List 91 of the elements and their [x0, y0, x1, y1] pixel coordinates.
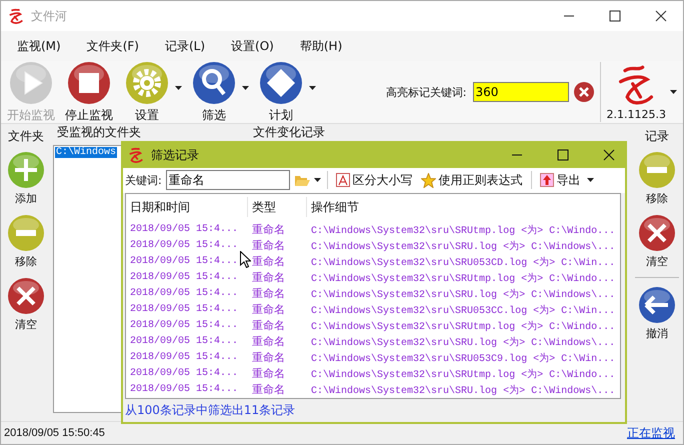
close-icon[interactable]	[655, 10, 667, 22]
tool-button[interactable]: 区分大小写	[334, 172, 415, 189]
caret-icon[interactable]	[309, 86, 316, 90]
highlight-keyword-label: 高亮标记关键词:	[386, 84, 467, 100]
letter-icon	[336, 173, 350, 188]
column-header[interactable]: 操作细节	[307, 196, 620, 217]
table-cell-text: C:\Windows\System32\sru\SRU.log <为> C:\Windows\...	[310, 384, 616, 397]
minus-icon	[638, 151, 676, 189]
table-cell-text: 2018/09/05 15:4...	[129, 320, 238, 332]
minus-icon	[7, 214, 45, 252]
table-cell-text: 重命名	[251, 222, 286, 238]
table-cell-text: 2018/09/05 15:4...	[129, 224, 238, 236]
status-link[interactable]: 正在监视	[627, 424, 675, 442]
table-cell-text: 重命名	[251, 334, 286, 350]
table-cell-text: 2018/09/05 15:4...	[129, 304, 238, 316]
table-cell-text: 2018/09/05 15:4...	[129, 240, 238, 252]
group-title: 文件变化记录	[253, 125, 325, 139]
dialog-title: 筛选记录	[151, 146, 199, 164]
table-cell-text: 重命名	[251, 238, 286, 254]
toolbar-button[interactable]: 设置	[121, 60, 173, 124]
table-cell-text: C:\Windows\System32\sru\SRUtmp.log <为> C:\Windo...	[310, 320, 616, 333]
maximize-icon[interactable]	[609, 10, 621, 22]
mouse-cursor-icon	[240, 251, 251, 268]
table-cell-text: C:\Windows\System32\sru\SRUtmp.log <为> C:\Windo...	[310, 368, 616, 381]
table-cell-text: 重命名	[251, 302, 286, 318]
status-text: 2018/09/05 15:50:45	[4, 427, 105, 439]
table-cell-text: 2018/09/05 15:4...	[129, 272, 238, 284]
menu-item[interactable]: 监视(M)	[9, 38, 69, 54]
tool-button[interactable]: 使用正则表达式	[418, 172, 525, 189]
table-cell-text: 重命名	[251, 382, 286, 398]
column-header[interactable]: 日期和时间	[126, 196, 248, 217]
table-cell-text: 2018/09/05 15:4...	[129, 352, 238, 364]
table-cell-text: C:\Windows\System32\sru\SRU.log <为> C:\Windows\...	[310, 240, 616, 253]
up-arrow-icon	[540, 173, 554, 188]
caret-icon[interactable]	[242, 86, 249, 90]
table-cell-text: 2018/09/05 15:4...	[129, 384, 238, 396]
table-cell-text: 重命名	[251, 350, 286, 366]
close-icon[interactable]	[603, 149, 615, 162]
table-cell-text: C:\Windows\System32\sru\SRUtmp.log <为> C:\Windo...	[310, 272, 616, 285]
toolbar-button[interactable]: 停止监视	[63, 60, 115, 124]
table-cell-text: C:\Windows\System32\sru\SRU053CC.log <为> C:\Win...	[310, 304, 616, 317]
side-button[interactable]: 清空	[638, 214, 676, 269]
table-cell-text: 重命名	[251, 270, 286, 286]
menu-item[interactable]: 记录(L)	[156, 38, 214, 54]
maximize-icon[interactable]	[557, 149, 569, 162]
side-button[interactable]: 撤消	[638, 286, 676, 341]
folder-item[interactable]: C:\Windows	[55, 147, 118, 158]
caret-icon[interactable]	[586, 178, 594, 182]
menu-item[interactable]: 设置(O)	[223, 38, 282, 54]
tool-button[interactable]: 导出	[538, 172, 583, 189]
clear-icon[interactable]	[574, 82, 594, 102]
panel-title: 记录	[645, 128, 669, 145]
toolbar-button[interactable]: 筛选	[188, 60, 240, 124]
table-cell-text: C:\Windows\System32\sru\SRU.log <为> C:\Windows\...	[310, 336, 616, 349]
panel-title: 文件夹	[8, 128, 44, 145]
table-cell-text: 重命名	[251, 366, 286, 382]
column-header[interactable]: 类型	[248, 196, 307, 217]
keyword-field[interactable]: 重命名	[166, 170, 290, 190]
close-icon	[7, 277, 45, 315]
table-cell-text: C:\Windows\System32\sru\SRU053CD.log <为> C:\Win...	[310, 256, 616, 269]
caret-icon[interactable]	[670, 90, 677, 94]
menu-item[interactable]: 帮助(H)	[292, 38, 350, 54]
window-title: 文件河	[31, 8, 67, 24]
app-logo-icon	[127, 146, 145, 164]
table-cell-text: 重命名	[251, 318, 286, 334]
version-label: 2.1.1125.3	[606, 108, 666, 120]
side-button[interactable]: 移除	[638, 151, 676, 206]
app-logo-icon	[7, 7, 25, 25]
star-icon	[420, 172, 436, 188]
caret-icon[interactable]	[314, 178, 321, 182]
table-cell-text: 2018/09/05 15:4...	[129, 368, 238, 380]
table-cell-text: 2018/09/05 15:4...	[129, 336, 238, 348]
group-title: 受监视的文件夹	[56, 125, 142, 139]
table-cell-text: C:\Windows\System32\sru\SRUtmp.log <为> C:\Windo...	[310, 224, 616, 237]
filter-summary: 从100条记录中筛选出11条记录	[125, 402, 296, 419]
menu-item[interactable]: 文件夹(F)	[78, 38, 147, 54]
caret-icon[interactable]	[175, 86, 182, 90]
side-button[interactable]: 移除	[7, 214, 45, 269]
close-icon	[638, 214, 676, 252]
plus-icon	[7, 151, 45, 189]
table-cell-text: 重命名	[251, 254, 286, 270]
table-cell-text: 2018/09/05 15:4...	[129, 256, 238, 268]
table-cell-text: 2018/09/05 15:4...	[129, 288, 238, 300]
side-button[interactable]: 添加	[7, 151, 45, 206]
table-cell-text: C:\Windows\System32\sru\SRU.log <为> C:\Windows\...	[310, 288, 616, 301]
table-cell-text: C:\Windows\System32\sru\SRU053C9.log <为> C:\Win...	[310, 352, 616, 365]
highlight-keyword-field[interactable]: 360	[472, 82, 569, 102]
toolbar-button[interactable]: 计划	[255, 60, 307, 124]
table-cell-text: 重命名	[251, 286, 286, 302]
side-button[interactable]: 清空	[7, 277, 45, 332]
keyword-label: 关键词:	[125, 172, 162, 188]
